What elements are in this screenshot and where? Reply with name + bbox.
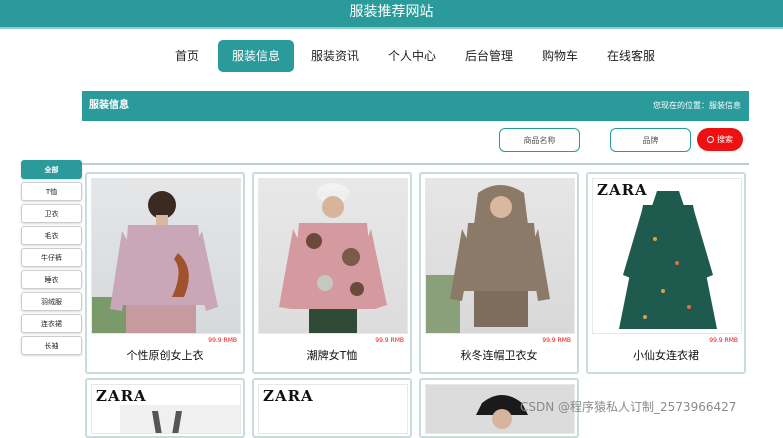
product-name[interactable]: 小仙女连衣裙 — [588, 347, 744, 363]
site-header: 服装推荐网站 — [0, 0, 783, 29]
product-image[interactable]: ZARA — [91, 384, 241, 434]
category-item-pajamas[interactable]: 睡衣 — [21, 270, 82, 289]
nav-item-clothing-info[interactable]: 服装信息 — [218, 40, 294, 72]
category-item-all[interactable]: 全部 — [21, 160, 82, 179]
nav-item-cart[interactable]: 购物车 — [537, 40, 583, 72]
category-item-down-jacket[interactable]: 羽绒服 — [21, 292, 82, 311]
product-name[interactable]: 潮牌女T恤 — [254, 347, 410, 363]
product-card[interactable]: 99.9 RMB 潮牌女T恤 — [252, 172, 412, 374]
zara-logo: ZARA — [96, 387, 147, 405]
product-price: 99.9 RMB — [208, 337, 237, 344]
product-card[interactable]: ZARA — [85, 378, 245, 438]
product-grid: 99.9 RMB 个性原创女上衣 99.9 RMB 潮牌女T恤 99.9 RMB… — [82, 163, 749, 438]
product-image[interactable]: ZARA — [592, 178, 742, 334]
zara-logo: ZARA — [597, 181, 648, 199]
nav-item-clothing-news[interactable]: 服装资讯 — [306, 40, 364, 72]
watermark: CSDN @程序猿私人订制_2573966427 — [520, 400, 737, 414]
main-nav: 首页 服装信息 服装资讯 个人中心 后台管理 购物车 在线客服 — [0, 40, 783, 72]
product-card[interactable]: 99.9 RMB 个性原创女上衣 — [85, 172, 245, 374]
category-item-dress[interactable]: 连衣裙 — [21, 314, 82, 333]
zara-logo: ZARA — [263, 387, 314, 405]
nav-item-customer-service[interactable]: 在线客服 — [602, 40, 660, 72]
search-button-label: 搜索 — [717, 135, 733, 144]
product-card[interactable]: 99.9 RMB 秋冬连帽卫衣女 — [419, 172, 579, 374]
product-price: 99.9 RMB — [709, 337, 738, 344]
search-button[interactable]: 搜索 — [697, 128, 743, 151]
brand-input[interactable]: 品牌 — [610, 128, 691, 152]
nav-item-home[interactable]: 首页 — [165, 40, 209, 72]
category-item-jeans[interactable]: 牛仔裤 — [21, 248, 82, 267]
nav-item-admin[interactable]: 后台管理 — [460, 40, 518, 72]
category-item-tshirt[interactable]: T恤 — [21, 182, 82, 201]
product-card[interactable]: ZARA — [252, 378, 412, 438]
product-image[interactable] — [91, 178, 241, 334]
section-header: 服装信息 您现在的位置：服装信息 — [82, 91, 749, 121]
category-item-sweater[interactable]: 毛衣 — [21, 226, 82, 245]
category-item-hoodie[interactable]: 卫衣 — [21, 204, 82, 223]
category-item-long-sleeve[interactable]: 长袖 — [21, 336, 82, 355]
product-price: 99.9 RMB — [542, 337, 571, 344]
product-card[interactable]: ZARA 99.9 RMB 小仙女连衣裙 — [586, 172, 746, 374]
product-name[interactable]: 秋冬连帽卫衣女 — [421, 347, 577, 363]
product-price: 99.9 RMB — [375, 337, 404, 344]
product-image[interactable] — [258, 178, 408, 334]
product-name[interactable]: 个性原创女上衣 — [87, 347, 243, 363]
nav-item-user-center[interactable]: 个人中心 — [383, 40, 441, 72]
section-title: 服装信息 — [89, 100, 129, 111]
product-image[interactable]: ZARA — [258, 384, 408, 434]
site-title: 服装推荐网站 — [349, 4, 434, 20]
search-icon — [707, 136, 714, 143]
product-name-input[interactable]: 商品名称 — [499, 128, 580, 152]
category-list: 全部 T恤 卫衣 毛衣 牛仔裤 睡衣 羽绒服 连衣裙 长袖 — [21, 160, 82, 358]
breadcrumb: 您现在的位置：服装信息 — [653, 101, 741, 110]
product-image[interactable] — [425, 178, 575, 334]
